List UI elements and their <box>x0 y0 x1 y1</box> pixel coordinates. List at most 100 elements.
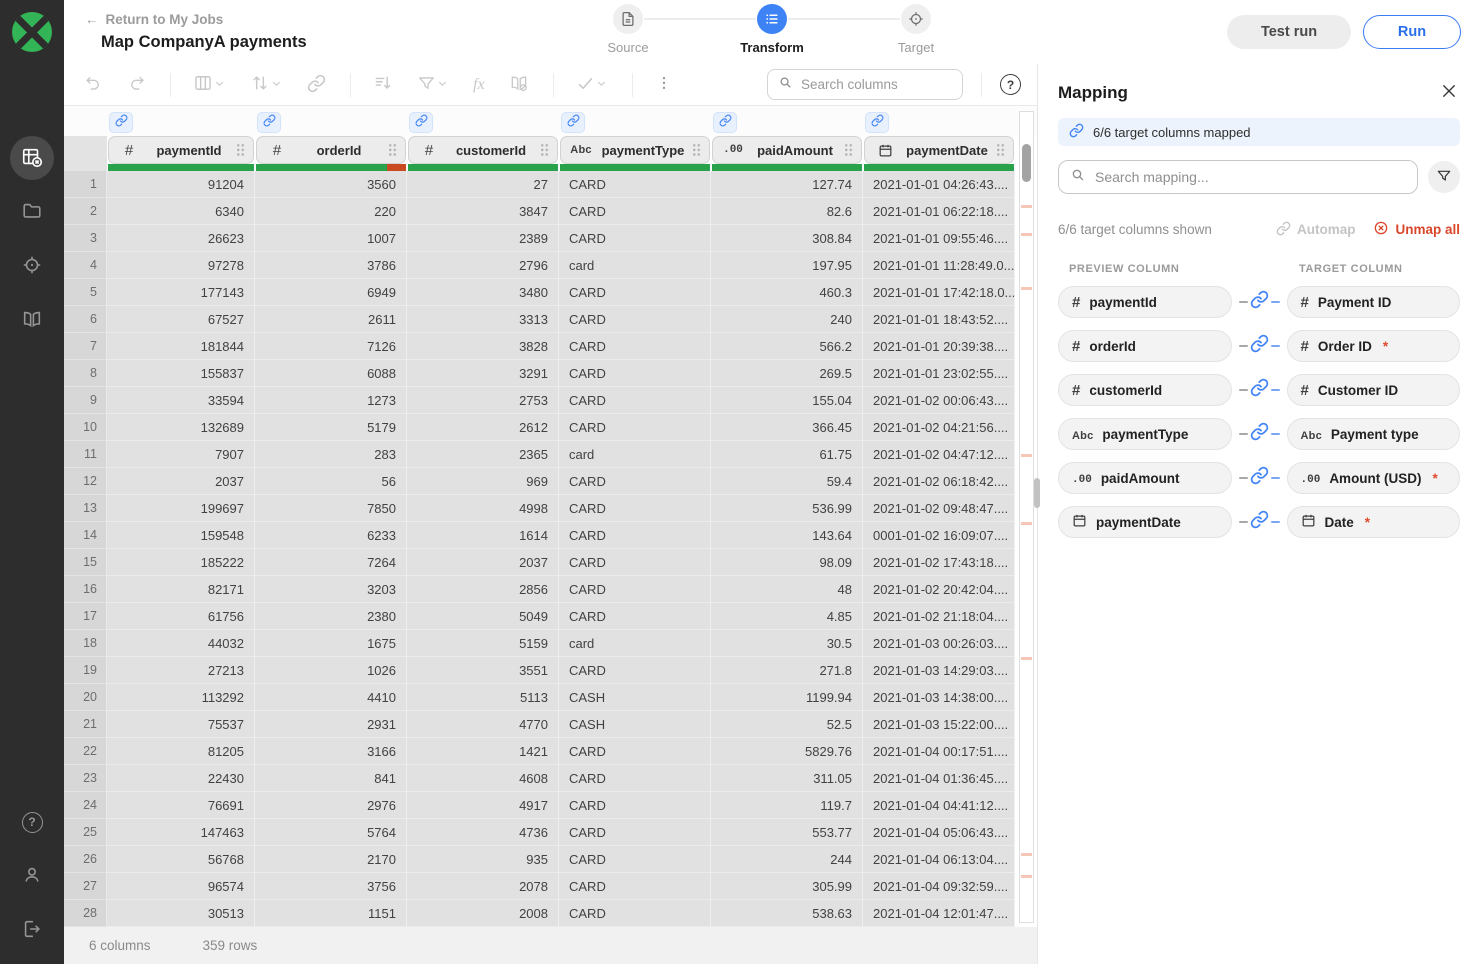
cell-customerId[interactable]: 2389 <box>407 225 559 252</box>
step-source[interactable]: Source <box>568 4 688 55</box>
cell-paymentType[interactable]: CARD <box>559 468 711 495</box>
cell-paymentDate[interactable]: 2021-01-01 20:39:38.... <box>863 333 1015 360</box>
target-column-pill[interactable]: Date* <box>1287 506 1461 538</box>
cell-orderId[interactable]: 3786 <box>255 252 407 279</box>
cell-paymentId[interactable]: 44032 <box>107 630 255 657</box>
cell-orderId[interactable]: 6088 <box>255 360 407 387</box>
preview-column-pill[interactable]: .00paidAmount <box>1058 462 1232 494</box>
target-column-pill[interactable]: #Customer ID <box>1287 374 1461 406</box>
cell-paymentId[interactable]: 27213 <box>107 657 255 684</box>
column-link-badge[interactable] <box>561 112 585 133</box>
cell-paymentId[interactable]: 185222 <box>107 549 255 576</box>
more-options-button[interactable] <box>655 74 673 95</box>
cell-paymentType[interactable]: CARD <box>559 657 711 684</box>
search-columns-input[interactable] <box>801 77 941 92</box>
cell-paidAmount[interactable]: 52.5 <box>711 711 863 738</box>
preview-column-pill[interactable]: AbcpaymentType <box>1058 418 1232 450</box>
cell-orderId[interactable]: 2976 <box>255 792 407 819</box>
cell-orderId[interactable]: 3756 <box>255 873 407 900</box>
cell-paymentType[interactable]: CARD <box>559 387 711 414</box>
cell-paidAmount[interactable]: 366.45 <box>711 414 863 441</box>
cell-paymentDate[interactable]: 2021-01-03 00:26:03.... <box>863 630 1015 657</box>
cell-paymentType[interactable]: CARD <box>559 171 711 198</box>
cell-customerId[interactable]: 1614 <box>407 522 559 549</box>
vertical-scrollbar[interactable] <box>1019 111 1034 923</box>
cell-paidAmount[interactable]: 308.84 <box>711 225 863 252</box>
cell-paidAmount[interactable]: 61.75 <box>711 441 863 468</box>
cell-paymentDate[interactable]: 2021-01-03 15:22:00.... <box>863 711 1015 738</box>
cell-customerId[interactable]: 1421 <box>407 738 559 765</box>
cell-paymentType[interactable]: CASH <box>559 684 711 711</box>
cell-orderId[interactable]: 5179 <box>255 414 407 441</box>
link-columns-button[interactable] <box>307 74 326 96</box>
run-button[interactable]: Run <box>1363 15 1461 49</box>
cell-paidAmount[interactable]: 460.3 <box>711 279 863 306</box>
mapping-link-icon[interactable] <box>1250 378 1269 402</box>
column-header-paymentDate[interactable]: paymentDate <box>864 136 1014 164</box>
cell-paymentType[interactable]: CARD <box>559 576 711 603</box>
sidebar-logout-button[interactable] <box>10 908 54 952</box>
cell-paymentDate[interactable]: 2021-01-01 23:02:55.... <box>863 360 1015 387</box>
sidebar-account-button[interactable] <box>10 854 54 898</box>
formula-button[interactable]: fx <box>473 76 485 94</box>
cell-customerId[interactable]: 4608 <box>407 765 559 792</box>
cell-customerId[interactable]: 5159 <box>407 630 559 657</box>
cell-paidAmount[interactable]: 240 <box>711 306 863 333</box>
cell-paymentDate[interactable]: 2021-01-01 09:55:46.... <box>863 225 1015 252</box>
cell-orderId[interactable]: 6949 <box>255 279 407 306</box>
cell-orderId[interactable]: 2380 <box>255 603 407 630</box>
cell-paymentDate[interactable]: 0001-01-02 16:09:07.... <box>863 522 1015 549</box>
cell-paymentId[interactable]: 113292 <box>107 684 255 711</box>
cell-paymentType[interactable]: CARD <box>559 738 711 765</box>
target-column-pill[interactable]: #Payment ID <box>1287 286 1461 318</box>
cell-paidAmount[interactable]: 305.99 <box>711 873 863 900</box>
cell-orderId[interactable]: 3560 <box>255 171 407 198</box>
cell-paymentType[interactable]: CARD <box>559 414 711 441</box>
sidebar-help-button[interactable]: ? <box>10 800 54 844</box>
cell-paymentId[interactable]: 76691 <box>107 792 255 819</box>
cell-paymentId[interactable]: 81205 <box>107 738 255 765</box>
cell-orderId[interactable]: 220 <box>255 198 407 225</box>
cell-orderId[interactable]: 4410 <box>255 684 407 711</box>
cell-paidAmount[interactable]: 1199.94 <box>711 684 863 711</box>
sort-rows-button[interactable] <box>373 73 393 96</box>
sort-menu-button[interactable] <box>250 73 283 96</box>
cell-paidAmount[interactable]: 82.6 <box>711 198 863 225</box>
redo-button[interactable] <box>127 74 146 96</box>
cell-paymentId[interactable]: 159548 <box>107 522 255 549</box>
cell-paymentDate[interactable]: 2021-01-02 04:21:56.... <box>863 414 1015 441</box>
preview-column-pill[interactable]: paymentDate <box>1058 506 1232 538</box>
cell-paymentId[interactable]: 67527 <box>107 306 255 333</box>
drag-handle-icon[interactable] <box>388 143 398 157</box>
cell-customerId[interactable]: 4736 <box>407 819 559 846</box>
cell-paymentId[interactable]: 26623 <box>107 225 255 252</box>
cell-paymentType[interactable]: CARD <box>559 198 711 225</box>
cell-paymentType[interactable]: CASH <box>559 711 711 738</box>
cell-orderId[interactable]: 1007 <box>255 225 407 252</box>
cell-customerId[interactable]: 3828 <box>407 333 559 360</box>
cell-paymentId[interactable]: 6340 <box>107 198 255 225</box>
step-transform[interactable]: Transform <box>712 4 832 55</box>
cell-paymentType[interactable]: CARD <box>559 549 711 576</box>
cell-orderId[interactable]: 7264 <box>255 549 407 576</box>
column-link-badge[interactable] <box>257 112 281 133</box>
cell-paidAmount[interactable]: 30.5 <box>711 630 863 657</box>
cell-paymentDate[interactable]: 2021-01-04 01:36:45.... <box>863 765 1015 792</box>
cell-orderId[interactable]: 283 <box>255 441 407 468</box>
cell-paidAmount[interactable]: 155.04 <box>711 387 863 414</box>
cell-paymentDate[interactable]: 2021-01-02 20:42:04.... <box>863 576 1015 603</box>
cell-paymentId[interactable]: 155837 <box>107 360 255 387</box>
cell-paymentId[interactable]: 2037 <box>107 468 255 495</box>
cell-paidAmount[interactable]: 98.09 <box>711 549 863 576</box>
column-link-badge[interactable] <box>109 112 133 133</box>
cell-paymentId[interactable]: 75537 <box>107 711 255 738</box>
cell-paymentId[interactable]: 91204 <box>107 171 255 198</box>
cell-paymentId[interactable]: 132689 <box>107 414 255 441</box>
cell-customerId[interactable]: 4917 <box>407 792 559 819</box>
cell-paymentType[interactable]: CARD <box>559 306 711 333</box>
cell-paymentType[interactable]: CARD <box>559 846 711 873</box>
cell-paidAmount[interactable]: 536.99 <box>711 495 863 522</box>
help-button[interactable]: ? <box>1000 74 1021 95</box>
cell-customerId[interactable]: 2796 <box>407 252 559 279</box>
column-header-paidAmount[interactable]: .00paidAmount <box>712 136 862 164</box>
